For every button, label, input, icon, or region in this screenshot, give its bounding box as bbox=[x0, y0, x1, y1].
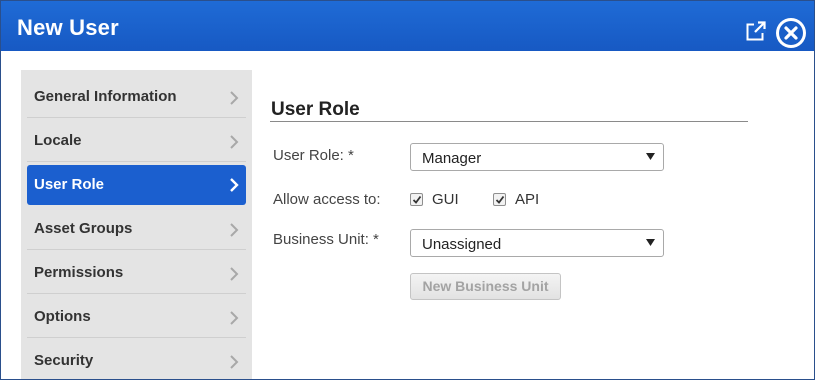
sidebar-item-label: Locale bbox=[34, 132, 82, 149]
allow-access-label: Allow access to: bbox=[273, 191, 381, 208]
gui-label: GUI bbox=[432, 191, 459, 208]
sidebar-item-permissions[interactable]: Permissions bbox=[27, 252, 246, 294]
sidebar-item-label: Asset Groups bbox=[34, 220, 133, 237]
business-unit-label: Business Unit: * bbox=[273, 231, 379, 248]
expand-window-icon[interactable] bbox=[746, 21, 766, 41]
checkmark-icon bbox=[495, 195, 505, 204]
chevron-right-icon bbox=[230, 135, 239, 149]
user-role-label: User Role: * bbox=[273, 147, 354, 164]
user-role-select[interactable]: Manager bbox=[410, 143, 664, 171]
sidebar-item-locale[interactable]: Locale bbox=[27, 120, 246, 162]
checkmark-icon bbox=[412, 195, 422, 204]
sidebar-item-label: Permissions bbox=[34, 264, 124, 281]
dialog-titlebar: New User bbox=[1, 1, 814, 51]
dialog-title: New User bbox=[17, 15, 119, 40]
sidebar-item-asset-groups[interactable]: Asset Groups bbox=[27, 208, 246, 250]
chevron-right-icon bbox=[230, 311, 239, 325]
api-label: API bbox=[515, 191, 540, 208]
business-unit-select[interactable]: Unassigned bbox=[410, 229, 664, 257]
sidebar-nav: General Information Locale User Role Ass… bbox=[21, 70, 252, 379]
chevron-right-icon bbox=[230, 178, 239, 192]
gui-checkbox[interactable] bbox=[410, 193, 423, 206]
close-button[interactable] bbox=[776, 18, 806, 48]
sidebar-item-options[interactable]: Options bbox=[27, 296, 246, 338]
new-user-dialog: New User General Information Locale User… bbox=[0, 0, 815, 380]
sidebar-item-user-role[interactable]: User Role bbox=[27, 165, 246, 205]
sidebar-item-label: Security bbox=[34, 352, 94, 369]
api-checkbox[interactable] bbox=[493, 193, 506, 206]
chevron-right-icon bbox=[230, 223, 239, 237]
sidebar-item-label: User Role bbox=[34, 176, 105, 193]
sidebar-item-general-information[interactable]: General Information bbox=[27, 76, 246, 118]
business-unit-value: Unassigned bbox=[422, 236, 502, 253]
new-business-unit-button[interactable]: New Business Unit bbox=[410, 273, 561, 300]
sidebar-item-security[interactable]: Security bbox=[27, 340, 246, 379]
section-heading: User Role bbox=[271, 99, 360, 120]
chevron-right-icon bbox=[230, 355, 239, 369]
sidebar-item-label: Options bbox=[34, 308, 91, 325]
chevron-right-icon bbox=[230, 91, 239, 105]
sidebar-item-label: General Information bbox=[34, 88, 177, 105]
dropdown-arrow-icon bbox=[646, 153, 655, 160]
dropdown-arrow-icon bbox=[646, 239, 655, 246]
user-role-value: Manager bbox=[422, 150, 482, 167]
heading-divider bbox=[270, 121, 748, 122]
chevron-right-icon bbox=[230, 267, 239, 281]
